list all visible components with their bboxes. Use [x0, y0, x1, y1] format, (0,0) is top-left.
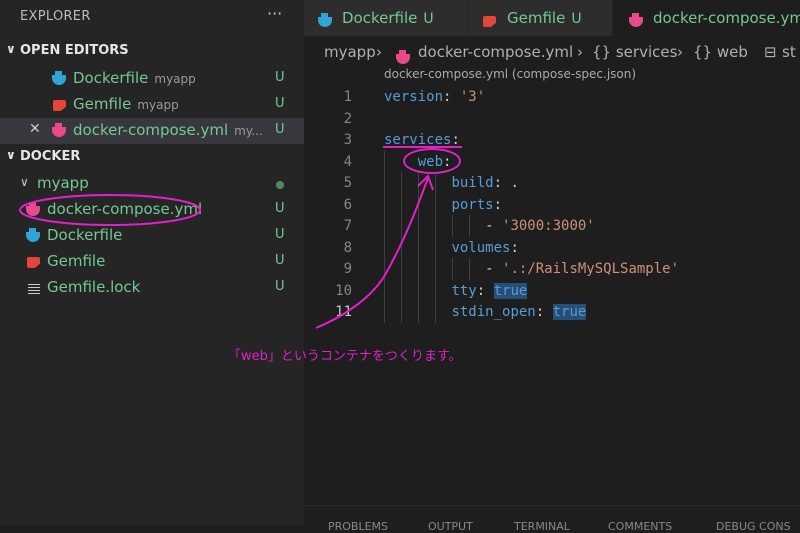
highlight-circle — [19, 194, 201, 226]
annotation-text: 「web」というコンテナをつくります。 — [228, 349, 462, 364]
highlight-circle — [403, 148, 461, 174]
annotation-arrow — [315, 177, 429, 329]
annotation-overlay — [19, 146, 462, 329]
